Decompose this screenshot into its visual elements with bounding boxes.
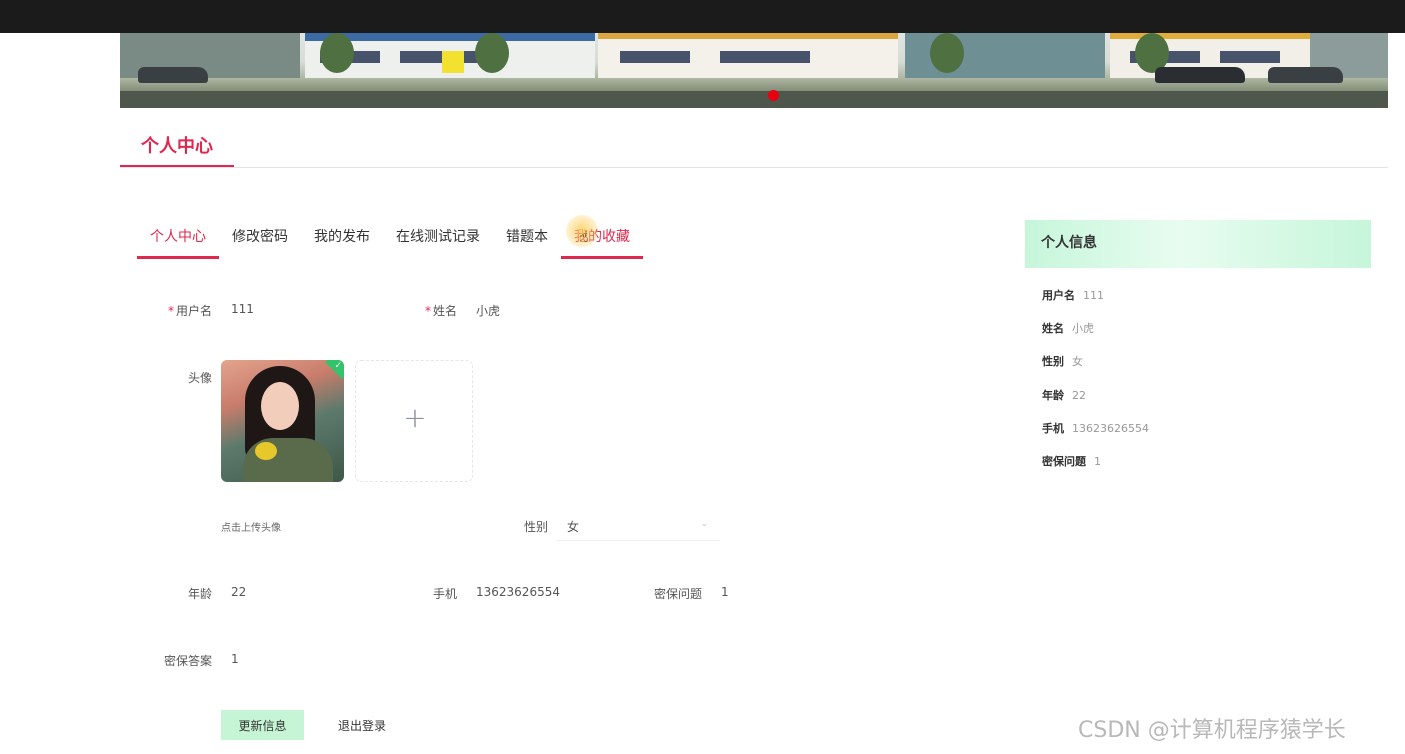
banner-window — [400, 51, 480, 63]
carousel-indicator-dot[interactable] — [768, 90, 779, 101]
info-row-username: 用户名 111 — [1042, 287, 1104, 303]
banner-car — [1155, 67, 1245, 83]
info-row-age: 年龄 22 — [1042, 387, 1086, 403]
info-value: 13623626554 — [1072, 422, 1149, 435]
tab-change-password[interactable]: 修改密码 — [219, 218, 301, 259]
banner-window — [620, 51, 690, 63]
username-field[interactable]: 111 — [231, 302, 254, 316]
avatar-flower — [255, 442, 277, 460]
info-value: 1 — [1094, 455, 1101, 468]
age-label: 年龄 — [187, 587, 212, 601]
hand-cursor-icon: ☝ — [579, 227, 589, 246]
banner-tree — [475, 33, 509, 73]
check-icon: ✓ — [334, 361, 342, 371]
info-row-security-question: 密保问题 1 — [1042, 453, 1101, 469]
upload-tip: 点击上传头像 — [221, 523, 281, 534]
sidebar-header: 个人信息 — [1025, 220, 1371, 268]
gender-selected-value: 女 — [567, 520, 580, 534]
tab-wrong-questions[interactable]: 错题本 — [493, 218, 561, 259]
info-key: 密保问题 — [1042, 455, 1086, 468]
chevron-down-icon: ⌄ — [700, 519, 708, 529]
info-key: 用户名 — [1042, 289, 1075, 302]
logout-button[interactable]: 退出登录 — [322, 710, 402, 740]
phone-label: 手机 — [432, 587, 457, 601]
banner-window — [720, 51, 810, 63]
name-label: * 姓名 — [424, 304, 457, 318]
update-info-button[interactable]: 更新信息 — [221, 710, 304, 740]
tab-personal-center[interactable]: 个人中心 — [137, 218, 219, 259]
avatar-face — [261, 382, 299, 430]
plus-icon: + — [403, 401, 427, 434]
banner-yellow-panel — [442, 51, 464, 73]
sidebar-title: 个人信息 — [1041, 235, 1097, 251]
watermark: CSDN @计算机程序猿学长 — [1078, 718, 1346, 743]
info-key: 手机 — [1042, 422, 1064, 435]
banner-carousel[interactable] — [120, 33, 1388, 108]
username-label: * 用户名 — [167, 304, 212, 318]
avatar-upload-button[interactable]: + — [355, 360, 473, 482]
info-value: 小虎 — [1072, 322, 1094, 335]
info-row-phone: 手机 13623626554 — [1042, 420, 1149, 436]
info-value: 22 — [1072, 389, 1086, 402]
phone-field[interactable]: 13623626554 — [476, 585, 560, 599]
info-row-name: 姓名 小虎 — [1042, 320, 1094, 336]
security-question-field[interactable]: 1 — [721, 585, 729, 599]
banner-road — [120, 91, 1388, 108]
security-answer-field[interactable]: 1 — [231, 652, 239, 666]
tab-my-posts[interactable]: 我的发布 — [301, 218, 383, 259]
page-title: 个人中心 — [120, 128, 234, 168]
info-value: 女 — [1072, 355, 1083, 368]
tab-test-records[interactable]: 在线测试记录 — [383, 218, 493, 259]
info-value: 111 — [1083, 289, 1104, 302]
banner-car — [138, 67, 208, 83]
banner-tree — [930, 33, 964, 73]
age-field[interactable]: 22 — [231, 585, 246, 599]
title-divider — [120, 167, 1388, 168]
banner-tree — [320, 33, 354, 73]
gender-label: 性别 — [523, 520, 548, 534]
avatar[interactable]: ✓ — [221, 360, 344, 482]
browser-top-bar — [0, 0, 1405, 33]
banner-window — [1220, 51, 1280, 63]
name-field[interactable]: 小虎 — [476, 302, 500, 319]
info-key: 性别 — [1042, 355, 1064, 368]
info-key: 姓名 — [1042, 322, 1064, 335]
security-answer-label: 密保答案 — [163, 654, 212, 668]
banner-car — [1268, 67, 1343, 83]
gender-select[interactable]: 女 ⌄ — [557, 511, 720, 541]
info-row-gender: 性别女 — [1042, 353, 1083, 369]
security-question-label: 密保问题 — [653, 587, 702, 601]
info-key: 年龄 — [1042, 389, 1064, 402]
avatar-label: 头像 — [187, 371, 212, 385]
